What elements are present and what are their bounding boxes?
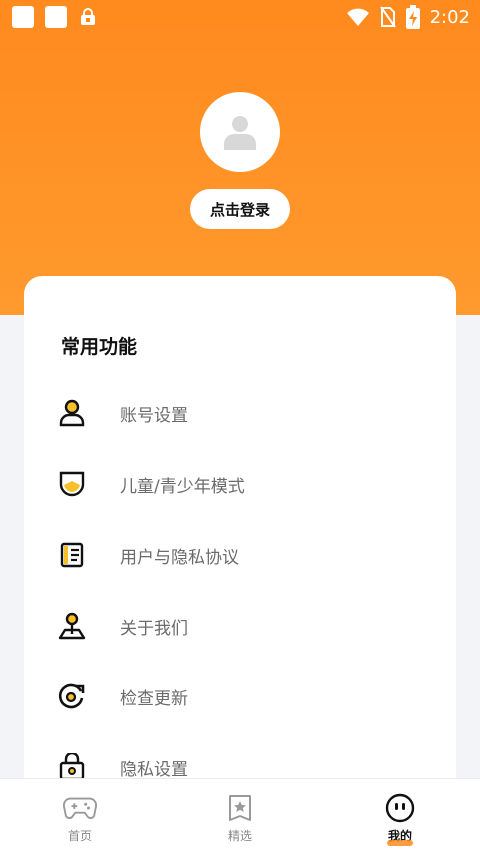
tab-featured[interactable]: 精选 [190, 779, 290, 853]
menu-item-label: 隐私设置 [120, 759, 188, 780]
menu-item-label: 关于我们 [120, 618, 188, 639]
menu-item-youth-mode[interactable]: 儿童/青少年模式 [24, 454, 456, 514]
status-time: 2:02 [429, 6, 470, 28]
wifi-icon [346, 8, 369, 26]
notification-square-icon [12, 6, 34, 28]
shield-icon [58, 470, 86, 498]
gamepad-icon [63, 793, 97, 823]
tab-home[interactable]: 首页 [30, 779, 130, 853]
section-title: 常用功能 [61, 336, 138, 358]
user-placeholder-icon [224, 116, 256, 150]
menu-item-label: 账号设置 [120, 405, 188, 426]
tab-mine[interactable]: 我的 [350, 779, 450, 853]
face-icon [383, 793, 417, 823]
menu-item-privacy-agreement[interactable]: 用户与隐私协议 [24, 525, 456, 585]
refresh-icon [58, 682, 86, 710]
location-pin-icon [58, 612, 86, 640]
battery-charging-icon [405, 5, 420, 29]
avatar[interactable] [200, 92, 280, 172]
star-card-icon [223, 793, 257, 823]
no-sim-icon [379, 6, 396, 28]
common-functions-card: 常用功能 账号设置 儿童/青少年模式 用户与隐私协议 关于我们 检查更新 隐私设… [24, 276, 456, 796]
menu-item-about-us[interactable]: 关于我们 [24, 596, 456, 656]
person-icon [58, 399, 86, 427]
profile-header: 2:02 点击登录 [0, 0, 480, 315]
notification-square-icon [45, 6, 67, 28]
bottom-tab-bar: 首页 精选 我的 [0, 778, 480, 853]
menu-item-account-settings[interactable]: 账号设置 [24, 383, 456, 443]
menu-item-label: 检查更新 [120, 688, 188, 709]
lock-app-icon [81, 8, 95, 25]
menu-item-check-update[interactable]: 检查更新 [24, 666, 456, 726]
status-bar: 2:02 [0, 0, 480, 34]
login-button[interactable]: 点击登录 [190, 189, 290, 229]
document-icon [58, 541, 86, 569]
tab-label: 首页 [67, 829, 92, 843]
active-tab-indicator [387, 840, 413, 846]
menu-item-label: 用户与隐私协议 [120, 547, 239, 568]
menu-item-label: 儿童/青少年模式 [120, 476, 245, 497]
tab-label: 精选 [227, 829, 252, 843]
lock-icon [58, 753, 86, 781]
